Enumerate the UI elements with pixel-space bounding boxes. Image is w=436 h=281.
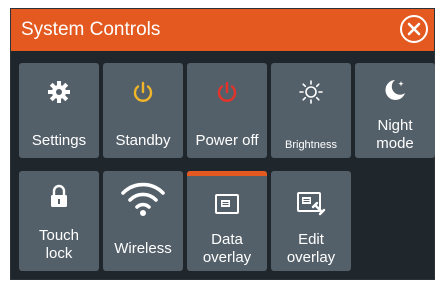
active-indicator xyxy=(187,171,267,176)
lock-icon xyxy=(51,184,67,207)
close-icon xyxy=(407,22,421,36)
settings-tile[interactable]: Settings xyxy=(19,63,99,158)
standby-icon xyxy=(133,81,153,102)
settings-label: Settings xyxy=(31,132,87,149)
power-icon xyxy=(217,81,237,102)
edit-overlay-label: Edit overlay xyxy=(286,231,336,266)
moon-icon xyxy=(385,80,405,100)
brightness-label: Brightness xyxy=(285,139,337,151)
gear-icon xyxy=(48,81,70,103)
title-bar: System Controls xyxy=(11,9,434,51)
night-mode-label: Night mode xyxy=(376,117,414,152)
close-button[interactable] xyxy=(400,15,428,43)
edit-overlay-icon xyxy=(297,192,326,216)
standby-tile[interactable]: Standby xyxy=(103,63,183,158)
touch-lock-label: Touch lock xyxy=(38,227,80,262)
wireless-label: Wireless xyxy=(114,240,172,257)
data-overlay-icon xyxy=(215,194,239,214)
system-controls-dialog: System Controls Settings Standby Power o… xyxy=(10,8,435,280)
data-overlay-label: Data overlay xyxy=(202,231,252,266)
wifi-icon xyxy=(121,182,165,216)
touch-lock-tile[interactable]: Touch lock xyxy=(19,171,99,271)
dialog-title: System Controls xyxy=(21,19,161,40)
wireless-tile[interactable]: Wireless xyxy=(103,171,183,271)
power-off-tile[interactable]: Power off xyxy=(187,63,267,158)
brightness-tile[interactable]: Brightness xyxy=(271,63,351,158)
power-off-label: Power off xyxy=(195,132,259,149)
data-overlay-tile[interactable]: Data overlay xyxy=(187,171,267,271)
standby-label: Standby xyxy=(115,132,171,149)
edit-overlay-tile[interactable]: Edit overlay xyxy=(271,171,351,271)
brightness-icon xyxy=(299,80,323,104)
night-mode-tile[interactable]: Night mode xyxy=(355,63,435,158)
